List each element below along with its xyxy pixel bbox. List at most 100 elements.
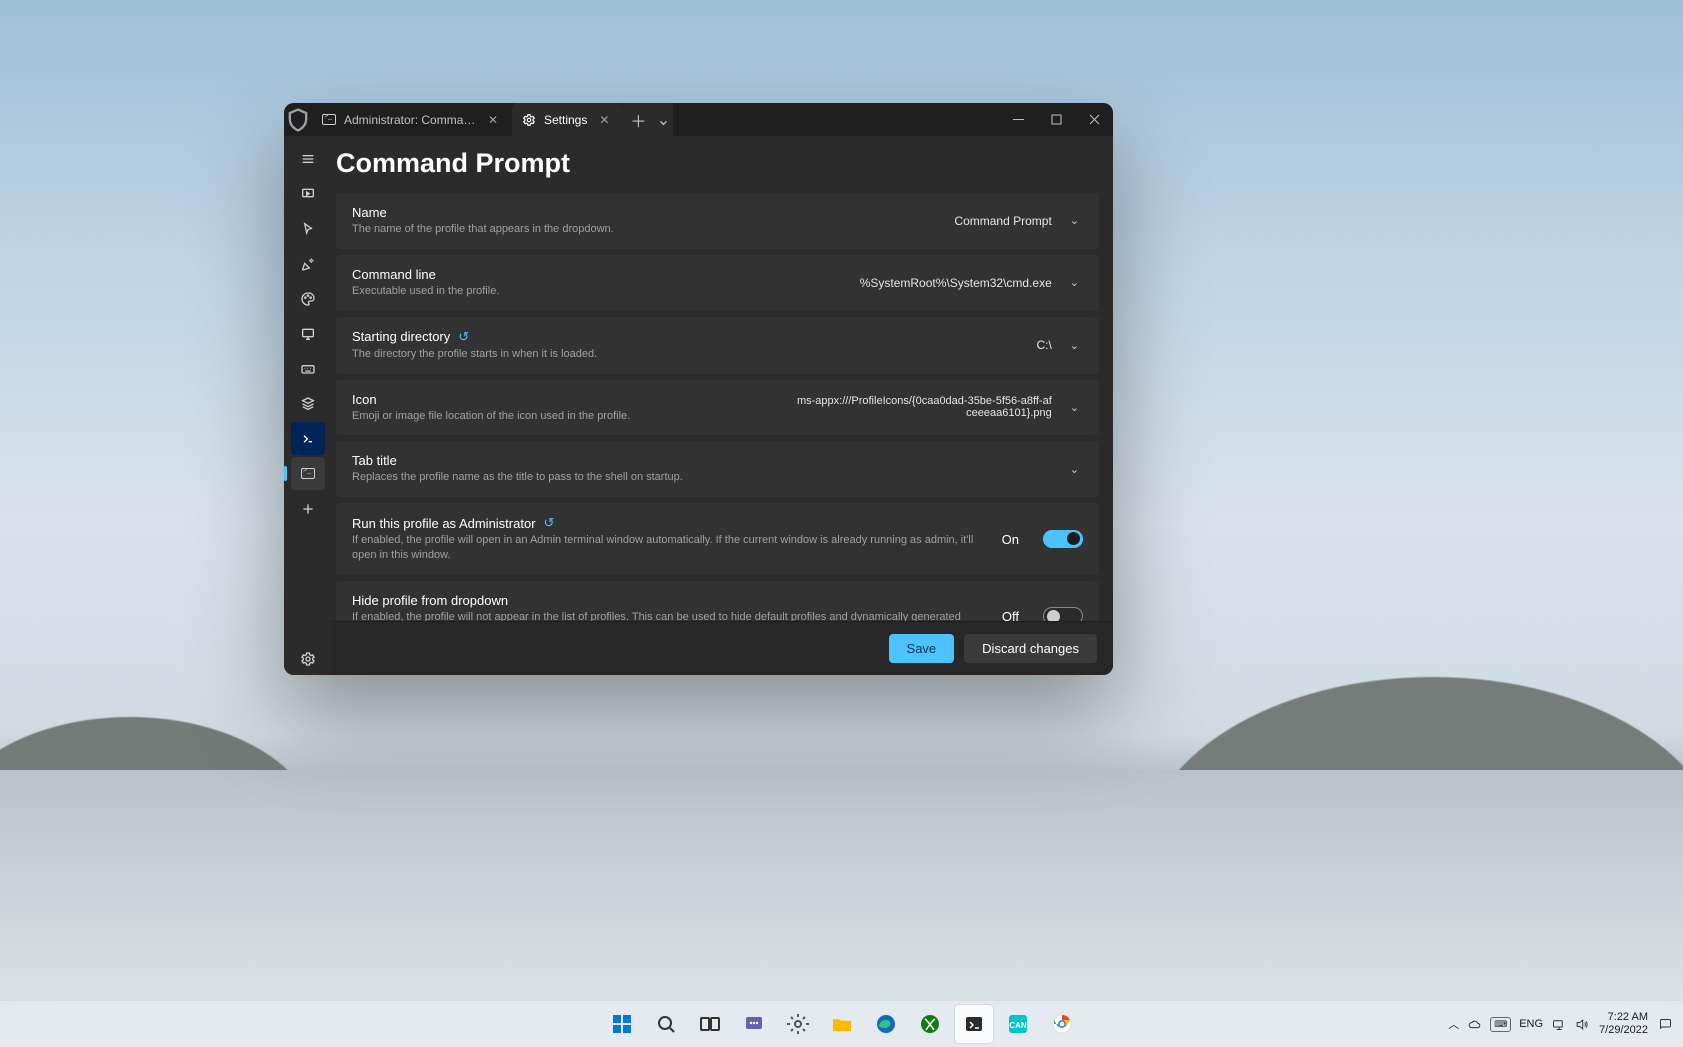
tab-settings[interactable]: Settings ✕ xyxy=(512,103,623,136)
gear-icon xyxy=(522,113,536,127)
titlebar: Administrator: Command Prom ✕ Settings ✕… xyxy=(284,103,1113,136)
setting-title: Command line xyxy=(352,267,846,282)
setting-title: Run this profile as Administrator ↺ xyxy=(352,515,988,531)
notifications-icon[interactable] xyxy=(1658,1017,1673,1032)
nav-settings[interactable] xyxy=(291,642,325,675)
new-tab-button[interactable]: ＋ xyxy=(623,103,653,136)
setting-starting-directory[interactable]: Starting directory ↺ The directory the p… xyxy=(336,317,1099,374)
nav-menu-button[interactable] xyxy=(291,142,325,175)
tab-label: Settings xyxy=(544,113,587,127)
tab-dropdown-button[interactable]: ⌄ xyxy=(653,103,673,136)
taskbar-canva[interactable]: CAN xyxy=(999,1005,1037,1043)
setting-title: Starting directory ↺ xyxy=(352,329,1022,345)
taskbar-edge[interactable] xyxy=(867,1005,905,1043)
discard-button[interactable]: Discard changes xyxy=(964,634,1097,663)
maximize-button[interactable] xyxy=(1037,103,1075,136)
reset-icon[interactable]: ↺ xyxy=(458,329,469,345)
taskbar: CAN ︿ ⌨ ENG 7:22 AM 7/29/2022 xyxy=(0,1000,1683,1047)
taskbar-settings[interactable] xyxy=(779,1005,817,1043)
page-title: Command Prompt xyxy=(332,136,1113,193)
nav-appearance[interactable] xyxy=(291,247,325,280)
svg-text:CAN: CAN xyxy=(1009,1021,1027,1030)
setting-desc: The directory the profile starts in when… xyxy=(352,347,1022,362)
chevron-down-icon[interactable]: ⌄ xyxy=(1066,272,1083,293)
setting-run-as-admin: Run this profile as Administrator ↺ If e… xyxy=(336,503,1099,575)
run-as-admin-toggle[interactable] xyxy=(1043,530,1083,548)
setting-title: Hide profile from dropdown xyxy=(352,593,988,608)
close-tab-icon[interactable]: ✕ xyxy=(595,111,613,129)
setting-icon[interactable]: Icon Emoji or image file location of the… xyxy=(336,380,1099,436)
language-indicator[interactable]: ENG xyxy=(1519,1018,1543,1030)
setting-title-text: Run this profile as Administrator xyxy=(352,516,536,531)
taskbar-apps: CAN xyxy=(603,1005,1081,1043)
setting-title: Name xyxy=(352,205,940,220)
setting-title-text: Starting directory xyxy=(352,329,450,344)
chevron-down-icon[interactable]: ⌄ xyxy=(1066,210,1083,231)
minimize-button[interactable] xyxy=(999,103,1037,136)
chevron-down-icon[interactable]: ⌄ xyxy=(1066,459,1083,480)
footer: Save Discard changes xyxy=(332,621,1113,675)
nav-interaction[interactable] xyxy=(291,212,325,245)
setting-value: C:\ xyxy=(1036,338,1051,352)
network-icon[interactable] xyxy=(1551,1017,1566,1032)
nav-actions[interactable] xyxy=(291,352,325,385)
ime-icon[interactable]: ⌨ xyxy=(1490,1017,1511,1032)
taskbar-search[interactable] xyxy=(647,1005,685,1043)
setting-desc: Executable used in the profile. xyxy=(352,284,846,299)
cmd-icon xyxy=(322,114,336,125)
nav-add-profile[interactable] xyxy=(291,492,325,525)
window-close-button[interactable] xyxy=(1075,103,1113,136)
terminal-window: Administrator: Command Prom ✕ Settings ✕… xyxy=(284,103,1113,675)
close-tab-icon[interactable]: ✕ xyxy=(484,111,502,129)
chevron-down-icon[interactable]: ⌄ xyxy=(1066,397,1083,418)
setting-title: Icon xyxy=(352,392,778,407)
setting-value: Command Prompt xyxy=(954,214,1051,228)
clock-time: 7:22 AM xyxy=(1599,1011,1648,1024)
save-button[interactable]: Save xyxy=(889,634,955,663)
onedrive-icon[interactable] xyxy=(1467,1017,1482,1032)
volume-icon[interactable] xyxy=(1574,1017,1589,1032)
settings-scroll[interactable]: Name The name of the profile that appear… xyxy=(332,193,1113,621)
nav-color-schemes[interactable] xyxy=(291,282,325,315)
setting-desc: Replaces the profile name as the title t… xyxy=(352,470,1052,485)
taskbar-start[interactable] xyxy=(603,1005,641,1043)
tray-chevron-icon[interactable]: ︿ xyxy=(1448,1016,1459,1032)
taskbar-chat[interactable] xyxy=(735,1005,773,1043)
taskbar-xbox[interactable] xyxy=(911,1005,949,1043)
setting-value: %SystemRoot%\System32\cmd.exe xyxy=(860,276,1052,290)
tab-label: Administrator: Command Prom xyxy=(344,113,476,127)
taskbar-chrome[interactable] xyxy=(1043,1005,1081,1043)
nav-startup[interactable] xyxy=(291,177,325,210)
nav-command-prompt[interactable] xyxy=(291,457,325,490)
shield-icon xyxy=(284,103,312,136)
setting-desc: If enabled, the profile will open in an … xyxy=(352,533,988,563)
reset-icon[interactable]: ↺ xyxy=(544,515,555,531)
taskbar-task-view[interactable] xyxy=(691,1005,729,1043)
setting-value: ms-appx:///ProfileIcons/{0caa0dad-35be-5… xyxy=(792,395,1052,419)
nav-defaults[interactable] xyxy=(291,387,325,420)
tab-command-prompt[interactable]: Administrator: Command Prom ✕ xyxy=(312,103,512,136)
setting-desc: The name of the profile that appears in … xyxy=(352,222,940,237)
hide-profile-toggle[interactable] xyxy=(1043,607,1083,621)
workspace: Command Prompt Name The name of the prof… xyxy=(284,136,1113,675)
nav-powershell[interactable] xyxy=(291,422,325,455)
setting-hide-profile: Hide profile from dropdown If enabled, t… xyxy=(336,581,1099,621)
setting-name[interactable]: Name The name of the profile that appear… xyxy=(336,193,1099,249)
setting-tab-title[interactable]: Tab title Replaces the profile name as t… xyxy=(336,441,1099,497)
toggle-state-label: Off xyxy=(1002,609,1019,621)
clock[interactable]: 7:22 AM 7/29/2022 xyxy=(1599,1011,1648,1036)
nav-rendering[interactable] xyxy=(291,317,325,350)
setting-title: Tab title xyxy=(352,453,1052,468)
main-panel: Command Prompt Name The name of the prof… xyxy=(332,136,1113,675)
chevron-down-icon[interactable]: ⌄ xyxy=(1066,335,1083,356)
clock-date: 7/29/2022 xyxy=(1599,1024,1648,1037)
taskbar-terminal[interactable] xyxy=(955,1005,993,1043)
setting-desc: If enabled, the profile will not appear … xyxy=(352,610,988,621)
cmd-icon xyxy=(301,468,315,479)
toggle-state-label: On xyxy=(1002,532,1019,547)
setting-command-line[interactable]: Command line Executable used in the prof… xyxy=(336,255,1099,311)
setting-desc: Emoji or image file location of the icon… xyxy=(352,409,778,424)
taskbar-file-explorer[interactable] xyxy=(823,1005,861,1043)
system-tray: ︿ ⌨ ENG 7:22 AM 7/29/2022 xyxy=(1448,1011,1673,1036)
nav-rail xyxy=(284,136,332,675)
